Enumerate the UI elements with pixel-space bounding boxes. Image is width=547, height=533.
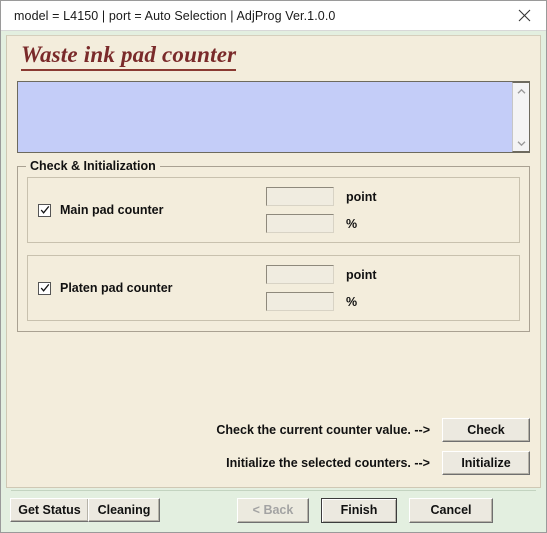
check-action-row: Check the current counter value. --> Che…: [216, 418, 530, 442]
initialize-action-label: Initialize the selected counters. -->: [226, 456, 430, 470]
platen-pad-counter-row: Platen pad counter point %: [27, 255, 520, 322]
platen-pad-point-unit: point: [346, 267, 377, 282]
main-pad-percent-row: %: [266, 214, 377, 234]
finish-button[interactable]: Finish: [321, 497, 397, 523]
get-status-button[interactable]: Get Status: [10, 498, 88, 522]
main-pad-counter-fields: point %: [266, 187, 377, 234]
footer-left-buttons: Get Status Cleaning: [10, 498, 160, 522]
chevron-up-icon[interactable]: [513, 83, 529, 99]
initialize-button[interactable]: Initialize: [442, 451, 530, 475]
main-pad-point-unit: point: [346, 189, 377, 204]
group-legend: Check & Initialization: [26, 159, 160, 174]
checkbox-main-pad-counter[interactable]: Main pad counter: [38, 203, 266, 217]
page-title: Waste ink pad counter: [21, 42, 237, 72]
window-title: model = L4150 | port = Auto Selection | …: [14, 8, 336, 23]
check-button[interactable]: Check: [442, 418, 530, 442]
main-pad-point-input[interactable]: [266, 187, 334, 207]
initialize-action-row: Initialize the selected counters. --> In…: [226, 451, 530, 475]
main-pad-percent-unit: %: [346, 216, 358, 231]
platen-pad-point-input[interactable]: [266, 265, 334, 285]
platen-pad-percent-unit: %: [346, 294, 358, 309]
footer-bar: Get Status Cleaning < Back Finish Cancel: [1, 488, 546, 532]
main-pad-counter-label: Main pad counter: [60, 203, 164, 218]
footer-separator: [11, 490, 536, 491]
page-title-wrap: Waste ink pad counter: [7, 36, 540, 72]
content-panel: Waste ink pad counter Check & Initializa…: [6, 35, 541, 488]
platen-pad-counter-label: Platen pad counter: [60, 281, 173, 296]
platen-pad-percent-input[interactable]: [266, 292, 334, 312]
check-action-label: Check the current counter value. -->: [216, 423, 430, 437]
cancel-button[interactable]: Cancel: [409, 497, 493, 523]
main-pad-percent-input[interactable]: [266, 214, 334, 234]
main-pad-point-row: point: [266, 187, 377, 207]
main-pad-counter-row: Main pad counter point %: [27, 177, 520, 244]
platen-pad-counter-fields: point %: [266, 265, 377, 312]
platen-pad-percent-row: %: [266, 292, 377, 312]
checkmark-icon[interactable]: [38, 203, 51, 217]
log-textarea-content[interactable]: [18, 82, 512, 152]
platen-pad-point-row: point: [266, 265, 377, 285]
window-frame: Waste ink pad counter Check & Initializa…: [1, 31, 546, 488]
chevron-down-icon[interactable]: [513, 135, 529, 151]
footer-navigation-buttons: < Back Finish Cancel: [237, 497, 493, 523]
adjprog-window: model = L4150 | port = Auto Selection | …: [0, 0, 547, 533]
back-button: < Back: [237, 497, 309, 523]
log-scrollbar[interactable]: [512, 82, 530, 153]
cleaning-button[interactable]: Cleaning: [88, 498, 160, 522]
checkmark-icon[interactable]: [38, 281, 51, 295]
close-icon[interactable]: [502, 1, 546, 30]
title-bar: model = L4150 | port = Auto Selection | …: [1, 1, 546, 31]
check-initialization-group: Check & Initialization Main pad counter: [17, 159, 530, 333]
checkbox-platen-pad-counter[interactable]: Platen pad counter: [38, 281, 266, 295]
log-textarea[interactable]: [17, 81, 530, 154]
action-area: Check the current counter value. --> Che…: [216, 418, 530, 475]
